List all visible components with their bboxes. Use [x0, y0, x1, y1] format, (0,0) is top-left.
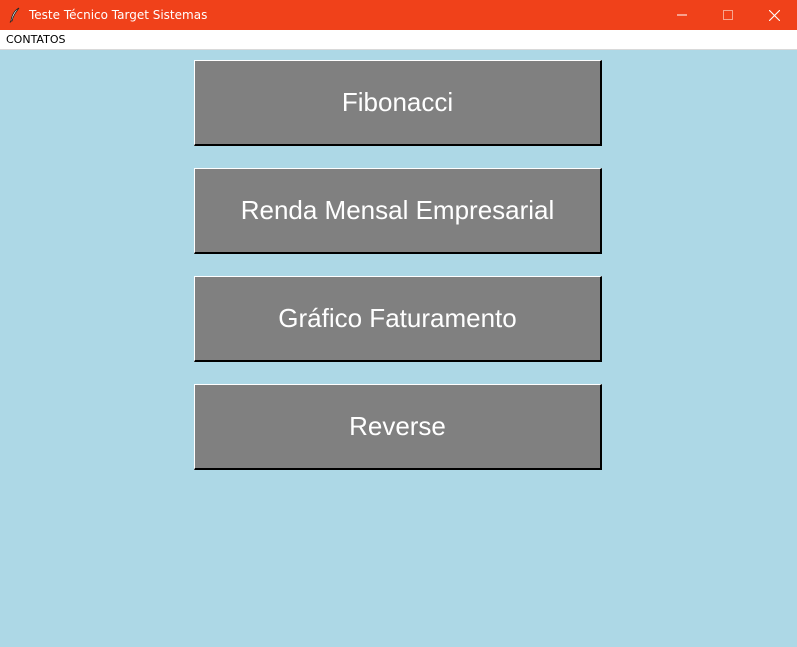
minimize-button[interactable] — [659, 0, 705, 30]
maximize-icon — [723, 10, 733, 20]
renda-mensal-empresarial-button[interactable]: Renda Mensal Empresarial — [194, 168, 602, 254]
reverse-button[interactable]: Reverse — [194, 384, 602, 470]
close-icon — [768, 9, 780, 21]
window-title: Teste Técnico Target Sistemas — [29, 8, 208, 22]
close-button[interactable] — [751, 0, 797, 30]
main-content: Fibonacci Renda Mensal Empresarial Gráfi… — [0, 50, 797, 647]
menu-bar: CONTATOS — [0, 30, 797, 50]
fibonacci-button[interactable]: Fibonacci — [194, 60, 602, 146]
title-bar[interactable]: Teste Técnico Target Sistemas — [0, 0, 797, 30]
window-controls — [659, 0, 797, 30]
feather-icon — [8, 7, 22, 23]
maximize-button — [705, 0, 751, 30]
menu-item-contatos[interactable]: CONTATOS — [0, 30, 71, 49]
app-window: Teste Técnico Target Sistemas CONTATOS F… — [0, 0, 797, 647]
minimize-icon — [677, 14, 687, 16]
grafico-faturamento-button[interactable]: Gráfico Faturamento — [194, 276, 602, 362]
